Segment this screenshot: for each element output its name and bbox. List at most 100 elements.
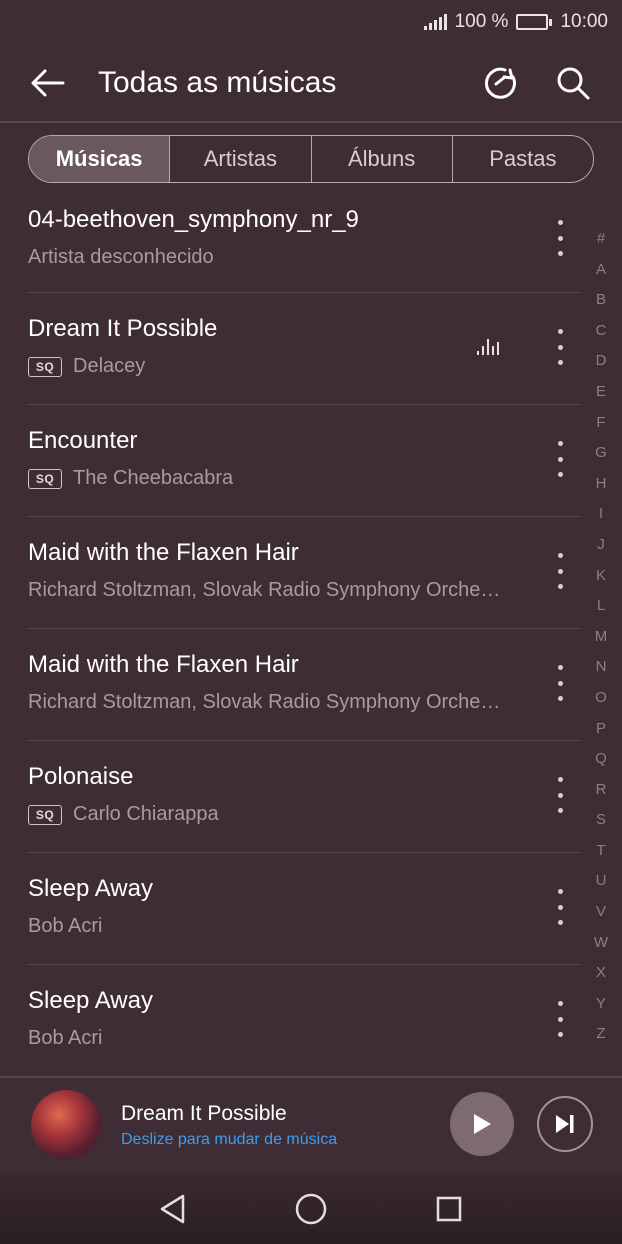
song-artist-line: Richard Stoltzman, Slovak Radio Symphony… [28,579,500,602]
system-nav-bar [0,1172,622,1244]
alphabet-index-letter[interactable]: P [596,714,606,745]
song-artist: The Cheebacabra [73,467,234,489]
song-title: Sleep Away [28,987,153,1014]
page-title: Todas as músicas [98,66,337,99]
more-options-icon[interactable] [550,553,570,589]
alphabet-index-letter[interactable]: O [595,683,607,714]
song-artist-line: Artista desconhecido [28,246,214,269]
more-options-icon[interactable] [550,220,570,256]
alphabet-index-letter[interactable]: Z [596,1019,605,1050]
song-artist-line: SQ Carlo Chiarappa [28,803,219,826]
sq-badge: SQ [28,804,62,825]
next-track-button[interactable] [537,1096,593,1152]
tab-musicas[interactable]: Músicas [29,136,170,182]
alphabet-index-letter[interactable]: # [597,224,605,255]
skip-next-icon [556,1115,574,1133]
alphabet-index-letter[interactable]: M [595,622,608,653]
song-title: Dream It Possible [28,315,218,342]
song-title: Sleep Away [28,875,153,902]
swipe-hint: Deslize para mudar de música [121,1131,338,1148]
song-artist-line: Bob Acri [28,1027,102,1050]
refresh-icon[interactable] [482,64,520,102]
status-bar: 100 % 10:00 [0,0,622,44]
alphabet-index-letter[interactable]: L [597,591,605,622]
mini-player[interactable]: Dream It Possible Deslize para mudar de … [0,1076,622,1172]
song-list: 04-beethoven_symphony_nr_9 Artista desco… [0,184,580,1077]
alphabet-index-letter[interactable]: H [596,469,607,500]
list-item[interactable]: 04-beethoven_symphony_nr_9 Artista desco… [28,184,580,293]
clock: 10:00 [560,11,608,32]
song-artist-line: Bob Acri [28,915,102,938]
alphabet-index-letter[interactable]: S [596,805,606,836]
play-icon [474,1114,491,1134]
album-cover[interactable] [31,1090,101,1160]
song-artist: Richard Stoltzman, Slovak Radio Symphony… [28,579,501,601]
alphabet-index-letter[interactable]: W [594,928,608,959]
now-playing-title: Dream It Possible [121,1102,287,1125]
category-tabs: Músicas Artistas Álbuns Pastas [28,135,594,183]
alphabet-index-letter[interactable]: J [597,530,605,561]
tab-pastas[interactable]: Pastas [451,136,593,182]
list-item[interactable]: Dream It Possible SQ Delacey [28,293,580,405]
alphabet-index-letter[interactable]: F [596,408,605,439]
alphabet-index-letter[interactable]: Y [596,989,606,1020]
play-button[interactable] [450,1092,514,1156]
alphabet-index-letter[interactable]: U [596,866,607,897]
song-title: Polonaise [28,763,134,790]
alphabet-index-letter[interactable]: B [596,285,606,316]
list-item[interactable]: Maid with the Flaxen Hair Richard Stoltz… [28,517,580,629]
song-artist: Delacey [73,355,146,377]
alphabet-index-letter[interactable]: D [596,346,607,377]
list-item[interactable]: Sleep Away Bob Acri [28,853,580,965]
alphabet-index-letter[interactable]: E [596,377,606,408]
search-icon[interactable] [554,64,592,102]
song-artist: Artista desconhecido [28,246,214,268]
song-artist: Bob Acri [28,1027,103,1049]
header-divider [0,121,622,123]
list-item[interactable]: Maid with the Flaxen Hair Richard Stoltz… [28,629,580,741]
tab-albuns[interactable]: Álbuns [310,136,452,182]
more-options-icon[interactable] [550,441,570,477]
alphabet-index-letter[interactable]: X [596,958,606,989]
recent-apps-square-icon[interactable] [432,1192,466,1226]
signal-icon [423,14,447,30]
alphabet-index-letter[interactable]: C [596,316,607,347]
alphabet-index-letter[interactable]: G [595,438,607,469]
list-item[interactable]: Encounter SQ The Cheebacabra [28,405,580,517]
list-item[interactable]: Polonaise SQ Carlo Chiarappa [28,741,580,853]
alphabet-index-letter[interactable]: T [596,836,605,867]
alphabet-index[interactable]: # A B C D E F G H I J K L M N O P Q R S T U V W X Y Z [586,224,616,1050]
song-title: 04-beethoven_symphony_nr_9 [28,206,359,233]
sq-badge: SQ [28,356,62,377]
alphabet-index-letter[interactable]: R [596,775,607,806]
list-item[interactable]: Sleep Away Bob Acri [28,965,580,1077]
alphabet-index-letter[interactable]: N [596,652,607,683]
more-options-icon[interactable] [550,665,570,701]
now-playing-equalizer-icon [477,339,499,355]
alphabet-index-letter[interactable]: K [596,561,606,592]
song-artist-line: SQ The Cheebacabra [28,467,233,490]
alphabet-index-letter[interactable]: V [596,897,606,928]
app-bar: Todas as músicas [0,44,622,122]
arrow-left-icon[interactable] [28,64,66,102]
sq-badge: SQ [28,468,62,489]
alphabet-index-letter[interactable]: Q [595,744,607,775]
battery-icon [516,14,553,30]
song-artist: Richard Stoltzman, Slovak Radio Symphony… [28,691,501,713]
song-title: Maid with the Flaxen Hair [28,651,299,678]
more-options-icon[interactable] [550,329,570,365]
more-options-icon[interactable] [550,889,570,925]
home-circle-icon[interactable] [294,1192,328,1226]
alphabet-index-letter[interactable]: A [596,255,606,286]
song-title: Encounter [28,427,138,454]
back-triangle-icon[interactable] [155,1192,189,1226]
tab-artistas[interactable]: Artistas [169,136,310,182]
more-options-icon[interactable] [550,777,570,813]
song-artist-line: SQ Delacey [28,355,145,378]
more-options-icon[interactable] [550,1001,570,1037]
alphabet-index-letter[interactable]: I [599,499,603,530]
song-artist: Bob Acri [28,915,103,937]
song-artist-line: Richard Stoltzman, Slovak Radio Symphony… [28,691,500,714]
song-artist: Carlo Chiarappa [73,803,219,825]
battery-percentage: 100 % [454,11,509,32]
